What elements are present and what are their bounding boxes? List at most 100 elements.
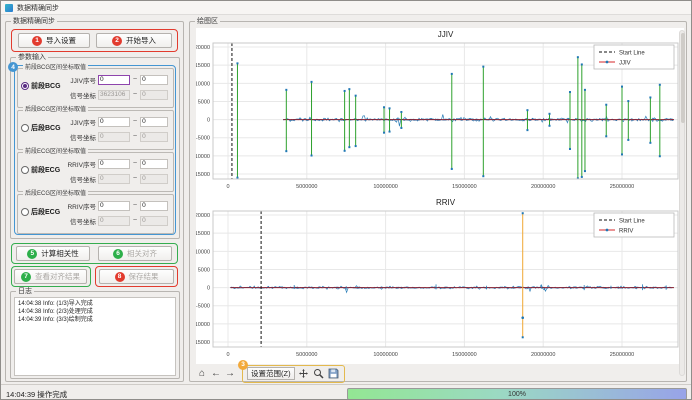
- tilde-label: ~: [133, 217, 137, 224]
- status-message: 14:04:39 操作完成: [6, 389, 67, 400]
- view-result-annotation-box: 7 查看对齐结果: [11, 266, 91, 287]
- start-import-label: 开始导入: [126, 35, 156, 46]
- svg-text:-10000: -10000: [196, 154, 210, 160]
- app-icon: [5, 4, 13, 12]
- svg-text:JJIV: JJIV: [438, 30, 454, 39]
- step-badge-2: 2: [112, 36, 122, 46]
- rear-ecg-coord-to-input[interactable]: [140, 216, 168, 226]
- rriv-chart: 20000150001000050000-5000-10000-15000050…: [196, 196, 684, 364]
- save-annotation-box: 8 保存结果: [95, 266, 178, 287]
- front-ecg-section: 前段ECG区间坐标取值 前段ECG RRIV序号 ~ 信号坐标 ~: [17, 152, 174, 192]
- back-icon[interactable]: ←: [210, 367, 222, 381]
- log-line: 14:04:39 Info: (3/3)绘制完成: [18, 316, 172, 324]
- svg-text:15000000: 15000000: [452, 184, 476, 190]
- save-result-button[interactable]: 8 保存结果: [99, 269, 174, 284]
- front-bcg-seq-to-input[interactable]: [140, 75, 168, 85]
- front-ecg-section-title: 前段ECG区间坐标取值: [23, 148, 88, 157]
- log-title: 日志: [16, 287, 34, 296]
- plot-scrollbar[interactable]: [679, 30, 685, 376]
- svg-text:25000000: 25000000: [610, 184, 634, 190]
- svg-text:15000: 15000: [196, 63, 210, 69]
- save-figure-icon[interactable]: [328, 367, 340, 381]
- plot-scrollbar-thumb[interactable]: [681, 33, 685, 123]
- svg-text:-15000: -15000: [196, 340, 210, 346]
- jjiv-chart: 20000150001000050000-5000-10000-15000050…: [196, 28, 684, 196]
- radio-front-bcg[interactable]: 前段BCG: [21, 81, 61, 91]
- svg-text:5000000: 5000000: [296, 184, 317, 190]
- tilde-label: ~: [133, 160, 137, 167]
- front-ecg-coord-to-input[interactable]: [140, 174, 168, 184]
- rear-ecg-seq-row: RRIV序号 ~: [62, 200, 168, 211]
- tilde-label: ~: [133, 118, 137, 125]
- radio-circle-icon: [21, 166, 29, 174]
- rriv-seq-label: RRIV序号: [62, 201, 96, 211]
- tilde-label: ~: [133, 175, 137, 182]
- rear-ecg-coord-from-input[interactable]: [98, 216, 130, 226]
- log-list[interactable]: 14:04:38 Info: (1/3)导入完成 14:04:38 Info: …: [14, 297, 176, 376]
- forward-icon[interactable]: →: [224, 367, 236, 381]
- radio-rear-ecg[interactable]: 后段ECG: [21, 207, 60, 217]
- plot-panel-groupbox: 绘图区 20000150001000050000-5000-10000-1500…: [189, 21, 687, 382]
- front-bcg-coord-row: 信号坐标 ~: [62, 89, 168, 100]
- front-ecg-coord-from-input[interactable]: [98, 174, 130, 184]
- rear-bcg-seq-to-input[interactable]: [140, 117, 168, 127]
- tilde-label: ~: [133, 133, 137, 140]
- front-bcg-section: 前段BCG区间坐标取值 前段BCG JJIV序号 ~ 信号坐标 ~: [17, 68, 174, 108]
- zoom-icon[interactable]: [313, 367, 325, 381]
- svg-text:10000000: 10000000: [373, 352, 397, 358]
- jjiv-seq-label: JJIV序号: [62, 75, 96, 85]
- front-bcg-coord-to-input[interactable]: [140, 90, 168, 100]
- svg-text:0: 0: [226, 184, 229, 190]
- start-import-button[interactable]: 2 开始导入: [96, 33, 172, 48]
- svg-text:0: 0: [207, 286, 210, 292]
- rear-ecg-coord-row: 信号坐标 ~: [62, 215, 168, 226]
- front-bcg-section-title: 前段BCG区间坐标取值: [23, 64, 88, 73]
- tilde-label: ~: [133, 91, 137, 98]
- log-line: 14:04:38 Info: (1/3)导入完成: [18, 300, 172, 308]
- home-icon[interactable]: ⌂: [196, 367, 208, 381]
- rear-bcg-seq-from-input[interactable]: [98, 117, 130, 127]
- front-bcg-seq-from-input[interactable]: [98, 75, 130, 85]
- radio-rear-bcg[interactable]: 后段BCG: [21, 123, 61, 133]
- radio-rear-bcg-label: 后段BCG: [31, 123, 61, 133]
- correlation-align-label: 相关对齐: [127, 248, 157, 259]
- radio-front-ecg-label: 前段ECG: [31, 165, 60, 175]
- front-bcg-coord-from-input[interactable]: [98, 90, 130, 100]
- front-ecg-seq-to-input[interactable]: [140, 159, 168, 169]
- svg-text:20000: 20000: [196, 45, 210, 51]
- svg-text:15000000: 15000000: [452, 352, 476, 358]
- plot-toolbar: ⌂ ← → 3 设置范围(Z): [196, 364, 345, 383]
- calc-correlation-button[interactable]: 5 计算相关性: [16, 246, 90, 261]
- import-annotation-box: 1 导入设置 2 开始导入: [11, 29, 178, 52]
- radio-circle-icon: [21, 124, 29, 132]
- front-ecg-seq-row: RRIV序号 ~: [62, 158, 168, 169]
- correlation-annotation-box: 5 计算相关性 6 相关对齐: [11, 243, 178, 264]
- radio-front-bcg-label: 前段BCG: [31, 81, 61, 91]
- progress-text: 100%: [508, 391, 526, 398]
- rear-ecg-seq-to-input[interactable]: [140, 201, 168, 211]
- params-annotation-box: 4 前段BCG区间坐标取值 前段BCG JJIV序号 ~: [14, 65, 176, 235]
- rear-bcg-seq-row: JJIV序号 ~: [62, 116, 168, 127]
- step-badge-8: 8: [115, 272, 125, 282]
- set-range-button[interactable]: 设置范围(Z): [247, 367, 295, 380]
- svg-text:JJIV: JJIV: [619, 61, 631, 67]
- import-settings-label: 导入设置: [46, 35, 76, 46]
- rear-ecg-seq-from-input[interactable]: [98, 201, 130, 211]
- signal-coord-label: 信号坐标: [62, 216, 96, 226]
- save-result-label: 保存结果: [129, 271, 159, 282]
- import-settings-button[interactable]: 1 导入设置: [18, 33, 90, 48]
- svg-text:Start Line: Start Line: [619, 51, 645, 57]
- correlation-align-button[interactable]: 6 相关对齐: [98, 246, 172, 261]
- rear-bcg-coord-from-input[interactable]: [98, 132, 130, 142]
- tilde-label: ~: [133, 76, 137, 83]
- rear-bcg-coord-to-input[interactable]: [140, 132, 168, 142]
- view-align-result-button[interactable]: 7 查看对齐结果: [14, 269, 87, 284]
- svg-text:10000: 10000: [196, 81, 210, 87]
- pan-icon[interactable]: [298, 367, 310, 381]
- radio-front-ecg[interactable]: 前段ECG: [21, 165, 60, 175]
- title-bar: 数据精确同步: [1, 1, 691, 15]
- log-groupbox: 日志 14:04:38 Info: (1/3)导入完成 14:04:38 Inf…: [10, 291, 180, 379]
- step-badge-6: 6: [113, 249, 123, 259]
- svg-text:10000000: 10000000: [373, 184, 397, 190]
- front-ecg-seq-from-input[interactable]: [98, 159, 130, 169]
